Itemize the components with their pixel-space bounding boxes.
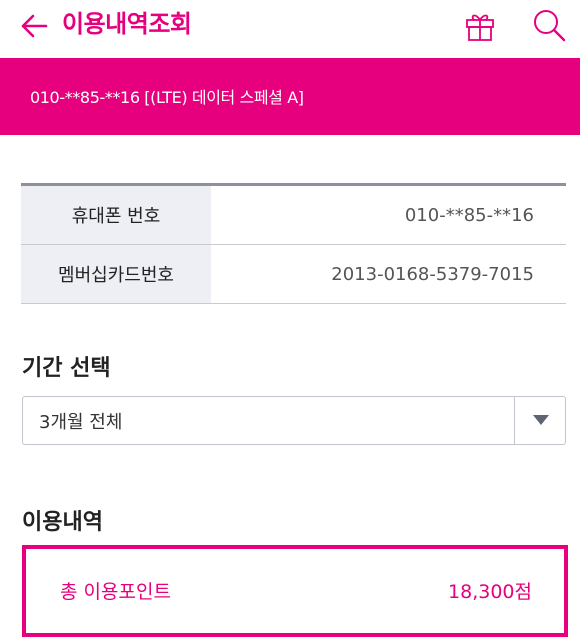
info-table: 휴대폰 번호 010-**85-**16 멤버십카드번호 2013-0168-5…	[21, 183, 566, 304]
period-selected-value: 3개월 전체	[39, 412, 123, 433]
table-row: 휴대폰 번호 010-**85-**16	[21, 186, 566, 244]
arrow-left-icon	[21, 14, 48, 38]
banner-plan-text: 010-**85-**16 [(LTE) 데이터 스페셜 A]	[30, 88, 304, 107]
gift-icon	[466, 14, 494, 41]
page-title: 이용내역조회	[62, 10, 192, 38]
table-row: 멤버십카드번호 2013-0168-5379-7015	[21, 244, 566, 303]
phone-number-label: 휴대폰 번호	[21, 186, 211, 244]
chevron-down-icon[interactable]	[533, 415, 549, 425]
period-select[interactable]: 3개월 전체	[22, 396, 566, 445]
search-button[interactable]	[530, 6, 568, 44]
total-points-label: 총 이용포인트	[60, 581, 171, 603]
period-section-title: 기간 선택	[22, 356, 111, 381]
back-button[interactable]	[18, 10, 50, 42]
membership-card-label: 멤버십카드번호	[21, 245, 211, 303]
total-points-box: 총 이용포인트 18,300점	[22, 545, 568, 637]
app-header: 이용내역조회	[0, 0, 580, 58]
search-icon	[534, 10, 566, 42]
subscriber-banner: 010-**85-**16 [(LTE) 데이터 스페셜 A]	[0, 58, 580, 135]
membership-card-value: 2013-0168-5379-7015	[331, 263, 534, 285]
phone-number-value: 010-**85-**16	[404, 204, 534, 226]
total-points-value: 18,300점	[448, 581, 532, 603]
select-divider	[514, 397, 515, 444]
gift-button[interactable]	[462, 8, 498, 44]
usage-section-title: 이용내역	[22, 510, 103, 535]
